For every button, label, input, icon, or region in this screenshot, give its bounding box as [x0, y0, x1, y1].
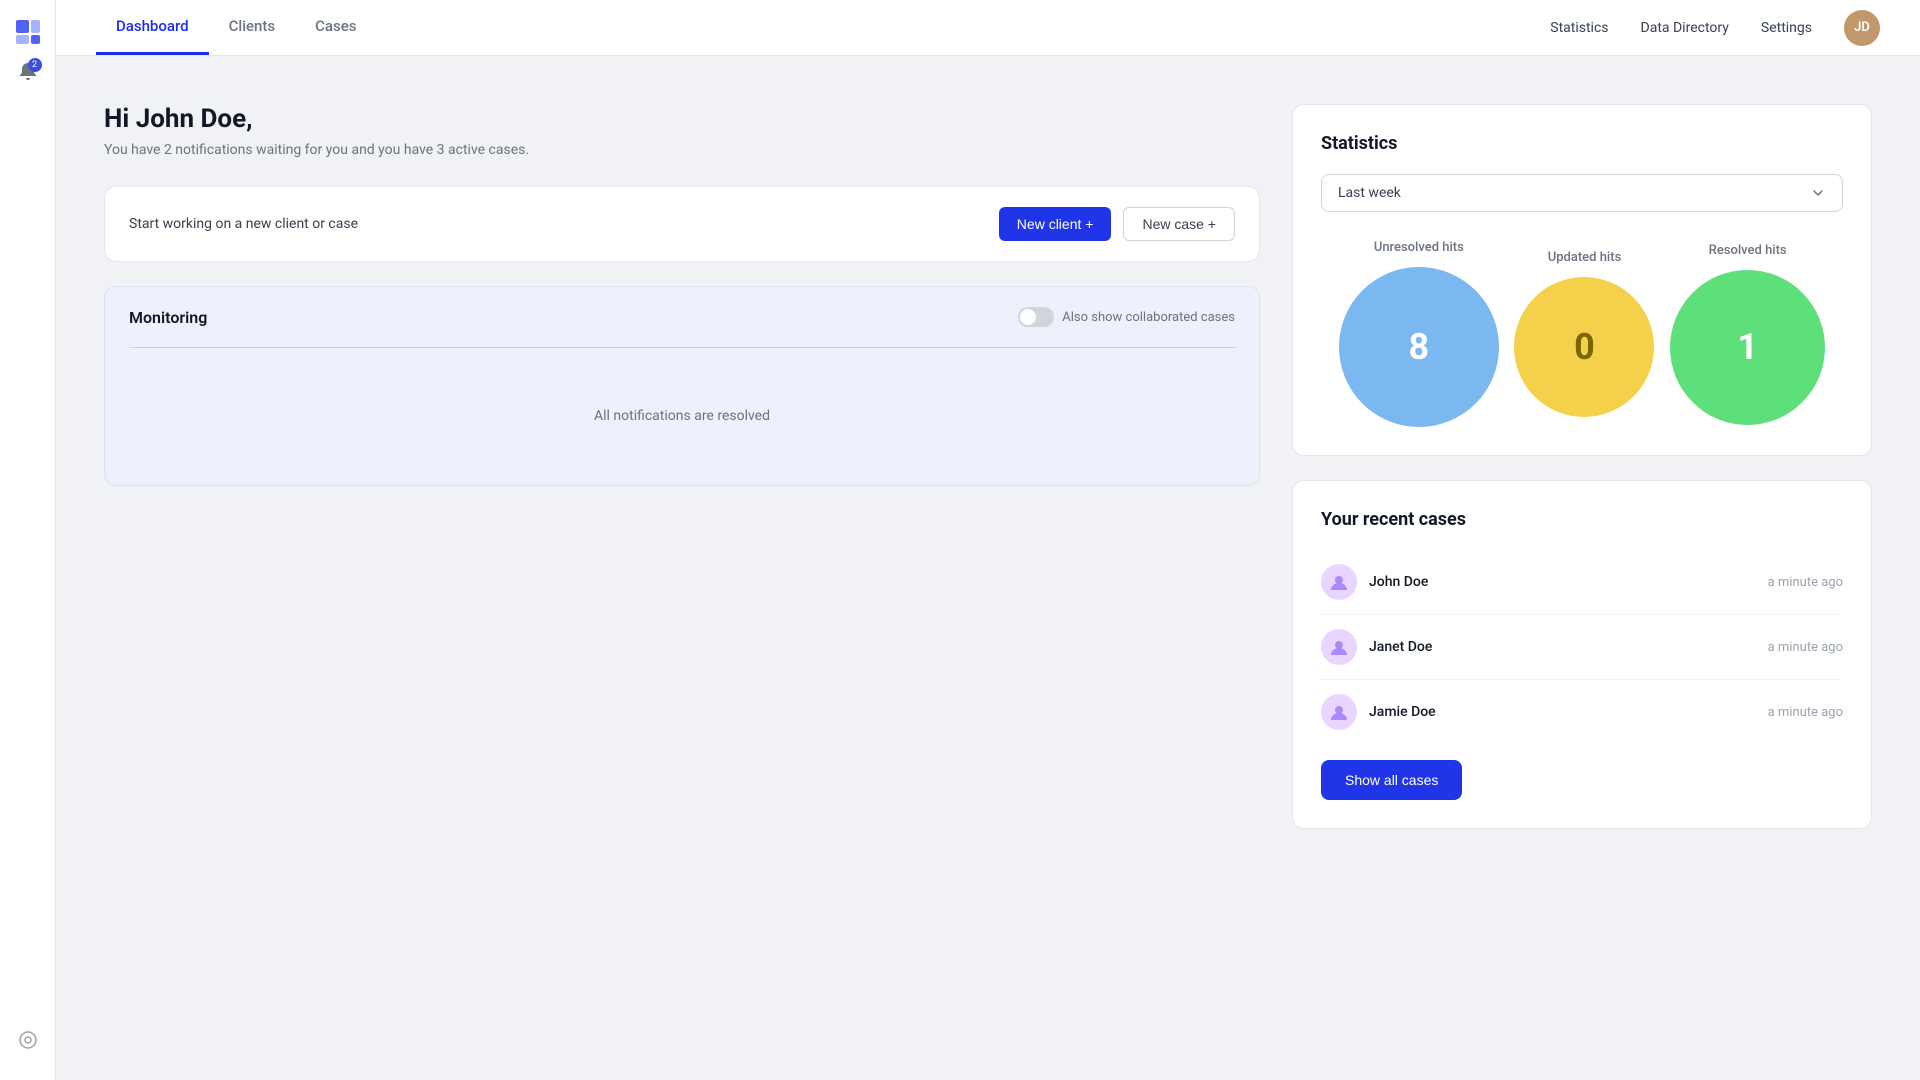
- case-time: a minute ago: [1768, 705, 1843, 720]
- chevron-down-icon: [1810, 185, 1826, 201]
- case-name: Janet Doe: [1369, 639, 1432, 655]
- nav-right: Statistics Data Directory Settings JD: [1550, 10, 1880, 46]
- case-avatar: [1321, 694, 1357, 730]
- stat-updated-hits: Updated hits 0: [1514, 250, 1654, 417]
- content-area: Hi John Doe, You have 2 notifications wa…: [56, 56, 1920, 1080]
- stats-filter-label: Last week: [1338, 185, 1401, 201]
- nav-tabs: Dashboard Clients Cases: [96, 0, 1550, 55]
- left-panel: Hi John Doe, You have 2 notifications wa…: [104, 104, 1260, 1032]
- monitoring-card: Monitoring Also show collaborated cases …: [104, 286, 1260, 486]
- stat-unresolved-hits: Unresolved hits 8: [1339, 240, 1499, 427]
- case-name: John Doe: [1369, 574, 1428, 590]
- settings-icon[interactable]: [12, 1024, 44, 1056]
- case-row[interactable]: Janet Doe a minute ago: [1321, 615, 1843, 680]
- case-row-left: Janet Doe: [1321, 629, 1432, 665]
- monitoring-empty-text: All notifications are resolved: [129, 388, 1235, 444]
- case-time: a minute ago: [1768, 575, 1843, 590]
- stat-unresolved-label: Unresolved hits: [1374, 240, 1464, 255]
- case-row[interactable]: Jamie Doe a minute ago: [1321, 680, 1843, 744]
- statistics-card: Statistics Last week Unresolved hits 8: [1292, 104, 1872, 456]
- stat-resolved-hits: Resolved hits 1: [1670, 243, 1825, 425]
- case-name: Jamie Doe: [1369, 704, 1436, 720]
- recent-cases-card: Your recent cases John Doe a minute ago: [1292, 480, 1872, 829]
- case-row[interactable]: John Doe a minute ago: [1321, 550, 1843, 615]
- collaborated-cases-toggle[interactable]: [1018, 307, 1054, 327]
- monitoring-title: Monitoring: [129, 308, 207, 327]
- stat-unresolved-value: 8: [1409, 326, 1430, 368]
- nav-settings-link[interactable]: Settings: [1761, 20, 1812, 36]
- case-rows-container: John Doe a minute ago Janet Doe a minute…: [1321, 550, 1843, 744]
- notification-bell-icon[interactable]: 2: [12, 56, 44, 88]
- case-row-left: Jamie Doe: [1321, 694, 1436, 730]
- user-avatar[interactable]: JD: [1844, 10, 1880, 46]
- stat-unresolved-circle: 8: [1339, 267, 1499, 427]
- toggle-label-area: Also show collaborated cases: [1018, 307, 1235, 327]
- toggle-label-text: Also show collaborated cases: [1062, 310, 1235, 325]
- tab-dashboard[interactable]: Dashboard: [96, 0, 209, 55]
- action-card: Start working on a new client or case Ne…: [104, 186, 1260, 262]
- top-nav: Dashboard Clients Cases Statistics Data …: [56, 0, 1920, 56]
- nav-data-directory-link[interactable]: Data Directory: [1641, 20, 1729, 36]
- stat-updated-value: 0: [1574, 326, 1595, 368]
- stat-resolved-label: Resolved hits: [1709, 243, 1787, 258]
- stat-updated-circle: 0: [1514, 277, 1654, 417]
- sidebar: 2: [0, 0, 56, 1080]
- case-row-left: John Doe: [1321, 564, 1428, 600]
- greeting-title: Hi John Doe,: [104, 104, 1260, 134]
- logo-icon[interactable]: [12, 16, 44, 48]
- case-time: a minute ago: [1768, 640, 1843, 655]
- statistics-title: Statistics: [1321, 133, 1843, 154]
- notification-badge: 2: [28, 58, 42, 72]
- nav-statistics-link[interactable]: Statistics: [1550, 20, 1608, 36]
- stat-updated-label: Updated hits: [1548, 250, 1622, 265]
- case-avatar: [1321, 564, 1357, 600]
- right-panel: Statistics Last week Unresolved hits 8: [1292, 104, 1872, 1032]
- tab-clients[interactable]: Clients: [209, 0, 296, 55]
- greeting-subtitle: You have 2 notifications waiting for you…: [104, 142, 1260, 158]
- stat-resolved-value: 1: [1737, 326, 1758, 368]
- recent-cases-title: Your recent cases: [1321, 509, 1843, 530]
- case-avatar: [1321, 629, 1357, 665]
- show-all-cases-button[interactable]: Show all cases: [1321, 760, 1462, 800]
- monitoring-header: Monitoring Also show collaborated cases: [129, 307, 1235, 327]
- stat-resolved-circle: 1: [1670, 270, 1825, 425]
- monitoring-divider: [129, 347, 1235, 348]
- new-case-button[interactable]: New case +: [1123, 207, 1235, 241]
- action-buttons: New client + New case +: [999, 207, 1235, 241]
- statistics-circles: Unresolved hits 8 Updated hits 0 Resolve…: [1321, 240, 1843, 427]
- new-client-button[interactable]: New client +: [999, 207, 1112, 241]
- action-card-text: Start working on a new client or case: [129, 216, 358, 232]
- tab-cases[interactable]: Cases: [295, 0, 376, 55]
- statistics-filter-dropdown[interactable]: Last week: [1321, 174, 1843, 212]
